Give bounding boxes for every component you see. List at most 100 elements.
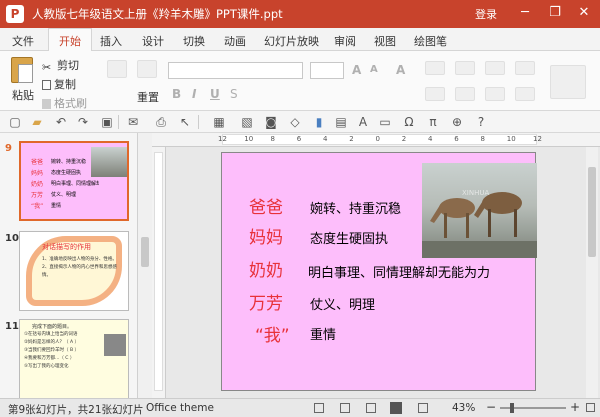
decrease-font-icon[interactable]: A (370, 64, 378, 75)
increase-font-icon[interactable]: A (352, 63, 361, 77)
italic-icon[interactable]: I (192, 87, 196, 101)
textbox-icon[interactable]: A (356, 115, 370, 129)
print-icon[interactable]: ⎙ (154, 115, 168, 129)
align-right-icon[interactable] (485, 87, 505, 101)
window-title: 人教版七年级语文上册《羚羊木雕》PPT课件.ppt (32, 7, 283, 21)
shadow-icon[interactable]: S (230, 87, 238, 101)
slide-text-wanfang[interactable]: 仗义、明理 (310, 294, 375, 313)
chart-icon[interactable]: ▮ (312, 115, 326, 129)
table-icon[interactable]: ▦ (212, 115, 226, 129)
minimize-button[interactable]: ─ (515, 4, 535, 22)
tab-insert[interactable]: 插入 (100, 33, 122, 49)
symbol-icon[interactable]: Ω (402, 115, 416, 129)
new-slide-icon[interactable] (107, 60, 127, 78)
slide-text-me[interactable]: 重情 (310, 324, 336, 343)
quick-toolbar: ▢ ▰ ↶ ↷ ▣ ✉ ⎙ ↖ ▦ ▧ ◙ ◇ ▮ ▤ A ▭ Ω π ⊕ ? (0, 111, 600, 133)
scrollbar-thumb[interactable] (588, 167, 596, 257)
tab-animations[interactable]: 动画 (224, 33, 246, 49)
tab-design[interactable]: 设计 (142, 33, 164, 49)
antelope-photo[interactable]: XINHUA (422, 163, 537, 258)
slide-thumbnail-11[interactable]: 完成下面的题目。 ①在括号内填上恰当的词语 ②妈妈是怎样的人？（ A ） ③当我… (19, 319, 129, 398)
login-link[interactable]: 登录 (475, 6, 497, 22)
wordart-icon[interactable]: ▭ (378, 115, 392, 129)
redo-icon[interactable]: ↷ (76, 115, 90, 129)
justify-icon[interactable] (515, 87, 535, 101)
bullets-icon[interactable] (425, 61, 445, 75)
slide-text-dad[interactable]: 婉转、持重沉稳 (310, 198, 401, 217)
current-slide[interactable]: 爸爸 妈妈 奶奶 万芳 “我” 婉转、持重沉稳 态度生硬固执 明白事理、同情理解… (221, 152, 537, 391)
indent-icon[interactable] (485, 61, 505, 75)
format-painter-button[interactable]: 格式刷 (42, 95, 87, 111)
zoom-out-icon[interactable]: − (486, 400, 496, 414)
paste-icon[interactable] (11, 57, 33, 83)
new-icon[interactable]: ▢ (8, 115, 22, 129)
drawing-tools-icon[interactable] (550, 65, 586, 99)
font-family-select[interactable] (168, 62, 303, 79)
tab-transitions[interactable]: 切换 (183, 33, 205, 49)
slide-text-grandma[interactable]: 明白事理、同情理解却无能为力 (308, 262, 490, 281)
slide-label-me[interactable]: “我” (255, 321, 290, 346)
ruler-tick-label: 2 (401, 135, 407, 143)
slide-thumbnail-9[interactable]: 爸爸 妈妈 奶奶 万芳 “我” 婉转、持重沉稳 态度生硬固执 明白事理、同情理解… (19, 141, 129, 221)
thumbnail-scrollbar[interactable] (140, 133, 150, 398)
help-icon[interactable]: ? (474, 115, 488, 129)
save-icon[interactable]: ▣ (100, 115, 114, 129)
align-center-icon[interactable] (455, 87, 475, 101)
slide-label-wanfang[interactable]: 万芳 (249, 289, 283, 314)
slide-label-mom[interactable]: 妈妈 (249, 223, 283, 248)
reset-button[interactable]: 重置 (137, 89, 159, 105)
tab-home[interactable]: 开始 (48, 28, 92, 52)
camera-icon[interactable]: ◙ (264, 115, 278, 129)
font-size-select[interactable] (310, 62, 344, 79)
zoom-slider-thumb[interactable] (510, 403, 514, 413)
shapes-icon[interactable]: ◇ (288, 115, 302, 129)
slideshow-view-icon[interactable] (390, 402, 402, 414)
ruler-tick-label: 4 (323, 135, 328, 143)
tab-file[interactable]: 文件 (12, 33, 34, 49)
columns-icon[interactable] (515, 61, 535, 75)
restore-button[interactable]: ❐ (545, 4, 565, 22)
copy-button[interactable]: 复制 (42, 76, 76, 92)
numbering-icon[interactable] (455, 61, 475, 75)
main-scrollbar[interactable] (586, 147, 598, 398)
copy-icon (42, 80, 51, 90)
smartart-icon[interactable]: ▤ (334, 115, 348, 129)
slide-thumbnail-panel: 9 爸爸 妈妈 奶奶 万芳 “我” 婉转、持重沉稳 态度生硬固执 明白事理、同情… (0, 133, 138, 398)
normal-view-icon[interactable] (314, 403, 324, 413)
undo-icon[interactable]: ↶ (54, 115, 68, 129)
align-left-icon[interactable] (425, 87, 445, 101)
tab-review[interactable]: 审阅 (334, 33, 356, 49)
reading-view-icon[interactable] (366, 403, 376, 413)
tab-slideshow[interactable]: 幻灯片放映 (264, 33, 319, 49)
ruler-tick-label: 8 (480, 135, 485, 143)
equation-icon[interactable]: π (426, 115, 440, 129)
presenter-view-icon[interactable] (418, 403, 428, 413)
slide-label-dad[interactable]: 爸爸 (249, 193, 283, 218)
thumb-title: 完成下面的题目。 (32, 324, 73, 330)
thumb-label: 爸爸 (31, 159, 44, 166)
scrollbar-thumb[interactable] (141, 237, 149, 267)
brush-icon (42, 99, 51, 109)
zoom-icon[interactable]: ⊕ (450, 115, 464, 129)
tab-pen[interactable]: 绘图笔 (414, 33, 447, 49)
close-button[interactable]: ✕ (574, 4, 594, 22)
slide-thumbnail-10[interactable]: 对话描写的作用 1、准确地反映出人物的身分、性格。 2、直接揭示人物的内心世界和… (19, 231, 129, 311)
bold-icon[interactable]: B (172, 87, 181, 101)
tab-view[interactable]: 视图 (374, 33, 396, 49)
slide-label-grandma[interactable]: 奶奶 (249, 256, 283, 281)
email-icon[interactable]: ✉ (126, 115, 140, 129)
layout-icon[interactable] (137, 60, 157, 78)
pointer-icon[interactable]: ↖ (178, 115, 192, 129)
ruler-tick-label: 2 (349, 135, 354, 143)
font-color-icon[interactable]: A (396, 63, 405, 77)
slide-text-mom[interactable]: 态度生硬固执 (310, 228, 388, 247)
fit-window-icon[interactable] (586, 403, 595, 412)
thumb-text: 2、直接揭示人物的内心世界和思想感情。 (42, 265, 117, 278)
paste-button-label[interactable]: 粘贴 (12, 87, 34, 103)
zoom-in-icon[interactable]: + (570, 400, 580, 414)
image-icon[interactable]: ▧ (240, 115, 254, 129)
slide-sorter-icon[interactable] (340, 403, 350, 413)
cut-button[interactable]: ✂ 剪切 (42, 57, 79, 74)
open-folder-icon[interactable]: ▰ (30, 115, 44, 129)
underline-icon[interactable]: U (210, 87, 220, 101)
